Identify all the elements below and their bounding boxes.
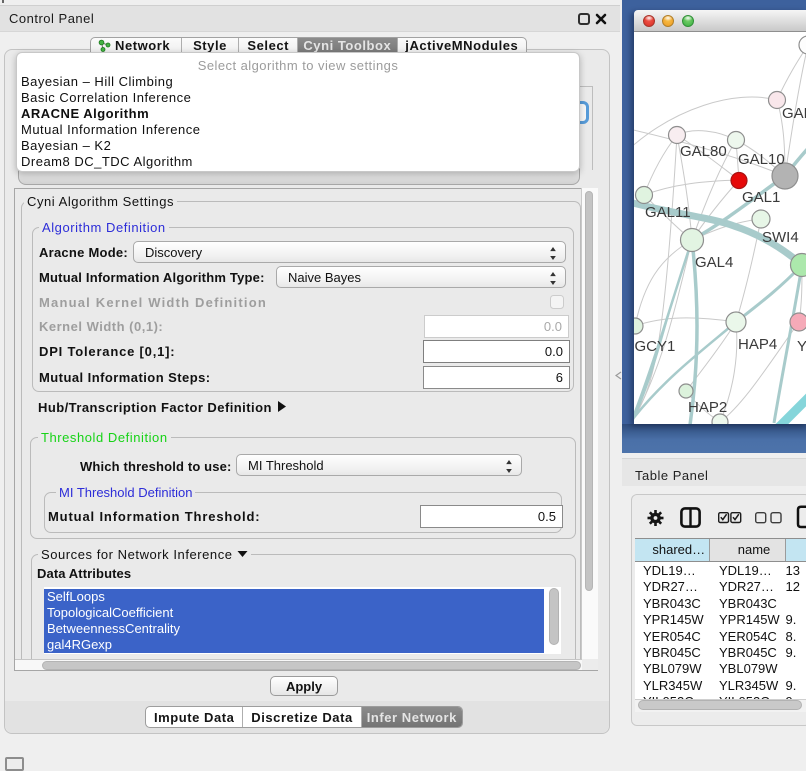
svg-text:GAL1: GAL1 xyxy=(742,189,780,206)
svg-text:HAP2: HAP2 xyxy=(688,399,727,416)
svg-text:GAL7: GAL7 xyxy=(782,105,806,122)
svg-text:SWI4: SWI4 xyxy=(762,229,799,246)
svg-text:YJ: YJ xyxy=(797,338,806,355)
svg-text:GAL11: GAL11 xyxy=(645,204,691,221)
svg-text:GAL10: GAL10 xyxy=(738,151,785,168)
svg-text:GAL4: GAL4 xyxy=(695,254,733,271)
svg-text:HAP4: HAP4 xyxy=(738,336,777,353)
svg-text:GCY1: GCY1 xyxy=(634,338,675,355)
svg-text:GAL80: GAL80 xyxy=(680,143,727,160)
